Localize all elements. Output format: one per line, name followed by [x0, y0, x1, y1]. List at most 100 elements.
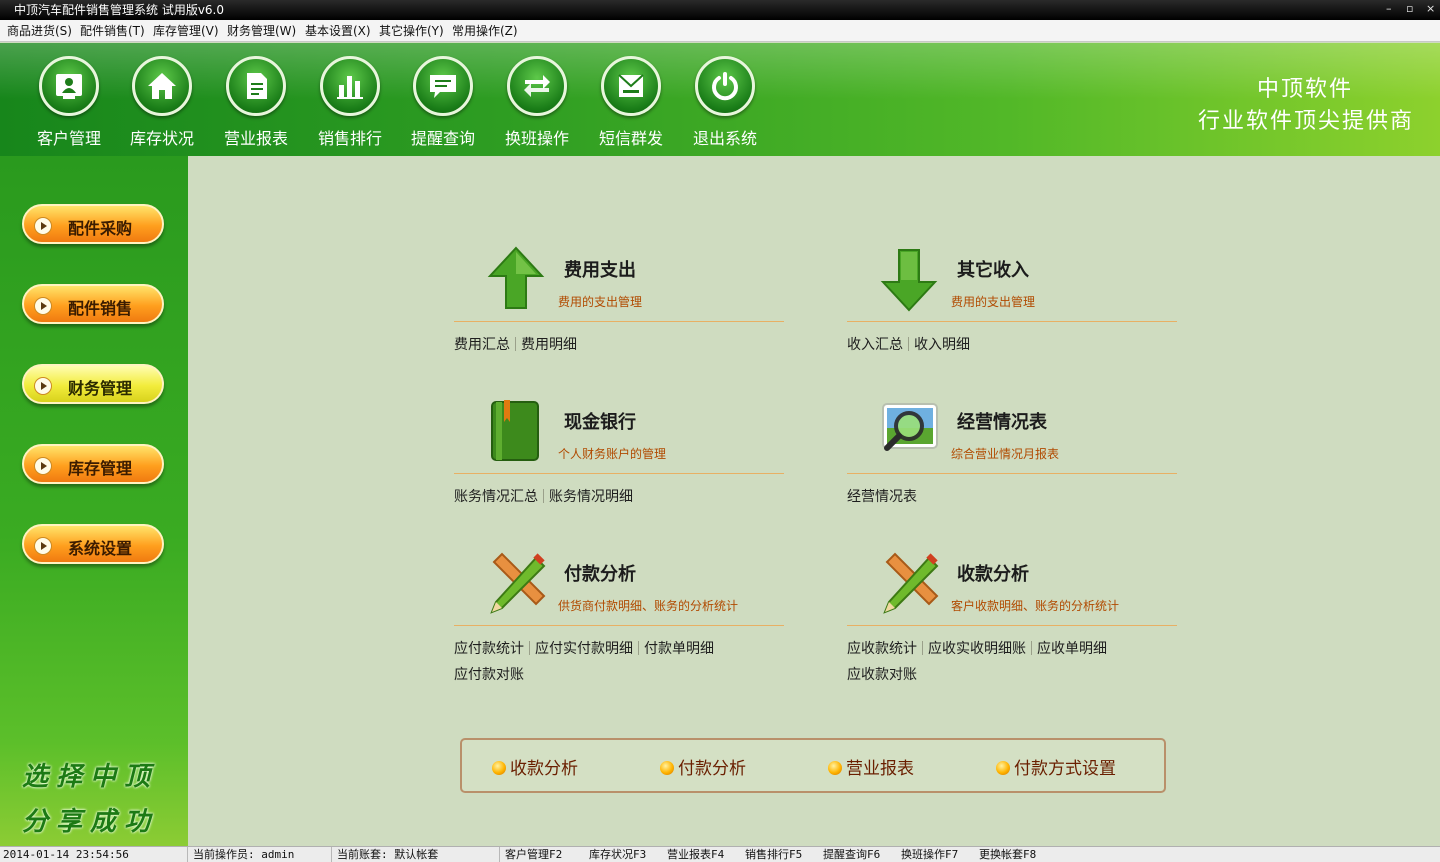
link-payable-paid-detail[interactable]: 应付实付款明细 [535, 641, 633, 657]
quick-receipt-analysis[interactable]: 收款分析 [492, 754, 578, 779]
section-expense: 费用支出 费用的支出管理 费用汇总 费用明细 [454, 236, 784, 376]
link-business-report[interactable]: 经营情况表 [847, 489, 917, 505]
minimize-button[interactable]: – [1386, 0, 1392, 18]
play-icon [34, 377, 52, 395]
link-separator [908, 337, 909, 351]
swap-icon [507, 56, 567, 116]
tool-label: 提醒查询 [410, 129, 475, 148]
status-shortcut-shift[interactable]: 换班操作F7 [898, 847, 958, 862]
section-title[interactable]: 付款分析 [564, 560, 636, 586]
menu-inventory[interactable]: 库存管理(V) [153, 23, 219, 39]
section-subtitle: 客户收款明细、账务的分析统计 [951, 599, 1120, 613]
tool-remind[interactable]: 提醒查询 [396, 43, 490, 156]
status-shortcut-report[interactable]: 营业报表F4 [664, 847, 724, 862]
link-separator [922, 641, 923, 655]
menu-sales[interactable]: 配件销售(T) [80, 23, 145, 39]
quick-label: 付款方式设置 [1014, 759, 1116, 779]
sidebar-button-label: 配件销售 [68, 299, 133, 318]
customer-icon [39, 56, 99, 116]
section-title[interactable]: 现金银行 [564, 408, 636, 434]
sidebar-parts-purchase-button[interactable]: 配件采购 [22, 204, 164, 244]
tool-sms[interactable]: 短信群发 [584, 43, 678, 156]
section-income: 其它收入 费用的支出管理 收入汇总 收入明细 [847, 236, 1177, 376]
section-links: 账务情况汇总 账务情况明细 [454, 484, 784, 510]
sidebar-inventory-button[interactable]: 库存管理 [22, 444, 164, 484]
link-receivable-stats[interactable]: 应收款统计 [847, 641, 917, 657]
section-title[interactable]: 其它收入 [957, 256, 1029, 282]
quick-payment-analysis[interactable]: 付款分析 [660, 754, 746, 779]
close-button[interactable]: × [1426, 0, 1435, 18]
pencil-ruler-icon[interactable] [486, 550, 546, 616]
play-icon [34, 217, 52, 235]
menu-other[interactable]: 其它操作(Y) [379, 23, 444, 39]
play-icon [34, 537, 52, 555]
tool-shift[interactable]: 换班操作 [490, 43, 584, 156]
sidebar-button-label: 财务管理 [68, 379, 133, 398]
ledger-book-icon[interactable] [486, 398, 546, 464]
quick-payment-method-settings[interactable]: 付款方式设置 [996, 754, 1116, 779]
divider [847, 473, 1177, 474]
tool-label: 换班操作 [504, 129, 569, 148]
tool-label: 库存状况 [129, 129, 194, 148]
link-expense-detail[interactable]: 费用明细 [521, 337, 577, 353]
bullet-icon [660, 761, 674, 775]
link-income-detail[interactable]: 收入明细 [914, 337, 970, 353]
link-income-summary[interactable]: 收入汇总 [847, 337, 903, 353]
status-shortcut-stock[interactable]: 库存状况F3 [586, 847, 646, 862]
link-payable-stats[interactable]: 应付款统计 [454, 641, 524, 657]
restore-button[interactable]: ▫ [1406, 0, 1413, 18]
sidebar-system-settings-button[interactable]: 系统设置 [22, 524, 164, 564]
arrow-down-icon[interactable] [879, 246, 939, 312]
tool-label: 短信群发 [598, 129, 663, 148]
status-shortcut-change-account[interactable]: 更换帐套F8 [976, 847, 1036, 862]
section-links: 经营情况表 [847, 484, 1177, 510]
app-window: 中顶汽车配件销售管理系统 试用版v6.0 – ▫ × 商品进货(S) 配件销售(… [0, 0, 1440, 862]
magnifier-icon[interactable] [879, 398, 939, 464]
sidebar-parts-sales-button[interactable]: 配件销售 [22, 284, 164, 324]
section-receipt-analysis: 收款分析 客户收款明细、账务的分析统计 应收款统计 应收实收明细账 应收单明细 应收… [847, 540, 1177, 683]
section-cash-bank: 现金银行 个人财务账户的管理 账务情况汇总 账务情况明细 [454, 388, 784, 528]
section-title[interactable]: 经营情况表 [957, 408, 1047, 434]
brand-slogan: 行业软件顶尖提供商 [1197, 109, 1414, 134]
link-receipt-order-detail[interactable]: 应收单明细 [1037, 641, 1107, 657]
tool-exit[interactable]: 退出系统 [678, 43, 772, 156]
link-account-summary[interactable]: 账务情况汇总 [454, 489, 538, 505]
sms-icon [601, 56, 661, 116]
divider [847, 321, 1177, 322]
link-separator [1031, 641, 1032, 655]
quick-business-report[interactable]: 营业报表 [828, 754, 914, 779]
link-receivable-received-detail[interactable]: 应收实收明细账 [928, 641, 1026, 657]
menu-common[interactable]: 常用操作(Z) [452, 23, 518, 39]
link-payable-reconcile[interactable]: 应付款对账 [454, 667, 524, 683]
status-shortcut-ranking[interactable]: 销售排行F5 [742, 847, 802, 862]
menu-finance[interactable]: 财务管理(W) [227, 23, 296, 39]
section-title[interactable]: 费用支出 [564, 256, 636, 282]
section-title[interactable]: 收款分析 [957, 560, 1029, 586]
bullet-icon [492, 761, 506, 775]
toolbar: 客户管理 库存状况 营业报表 销售排行 提醒查询 换班操作 短信群发 退出系统 … [0, 43, 1440, 156]
sidebar-button-label: 库存管理 [68, 459, 133, 478]
link-payment-order-detail[interactable]: 付款单明细 [644, 641, 714, 657]
tool-customer[interactable]: 客户管理 [22, 43, 116, 156]
link-receivable-reconcile[interactable]: 应收款对账 [847, 667, 917, 683]
menu-purchase[interactable]: 商品进货(S) [7, 23, 72, 39]
link-account-detail[interactable]: 账务情况明细 [549, 489, 633, 505]
divider [454, 625, 784, 626]
menu-settings[interactable]: 基本设置(X) [305, 23, 371, 39]
status-shortcut-remind[interactable]: 提醒查询F6 [820, 847, 880, 862]
tool-ranking[interactable]: 销售排行 [303, 43, 397, 156]
quick-label: 营业报表 [846, 759, 914, 779]
divider [454, 321, 784, 322]
arrow-up-icon[interactable] [486, 246, 546, 312]
section-payment-analysis: 付款分析 供货商付款明细、账务的分析统计 应付款统计 应付实付款明细 付款单明细 应… [454, 540, 784, 683]
sidebar-finance-button[interactable]: 财务管理 [22, 364, 164, 404]
tool-stock[interactable]: 库存状况 [115, 43, 209, 156]
play-icon [34, 457, 52, 475]
power-icon [695, 56, 755, 116]
tool-report[interactable]: 营业报表 [209, 43, 303, 156]
section-subtitle: 供货商付款明细、账务的分析统计 [558, 599, 739, 613]
pencil-ruler-icon[interactable] [879, 550, 939, 616]
play-icon [34, 297, 52, 315]
status-shortcut-customer[interactable]: 客户管理F2 [502, 847, 562, 862]
link-expense-summary[interactable]: 费用汇总 [454, 337, 510, 353]
